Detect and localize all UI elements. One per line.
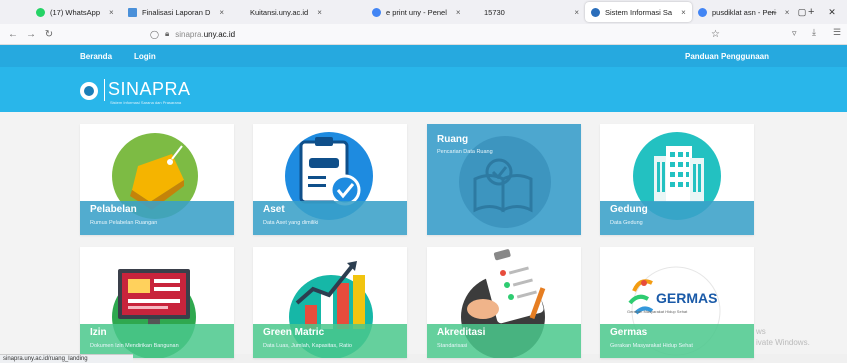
- download-icon[interactable]: ⤓: [812, 27, 816, 38]
- globe-icon: [591, 7, 600, 17]
- card-gedung[interactable]: Gedung Data Gedung: [600, 124, 754, 235]
- activate-windows-watermark: ws ivate Windows.: [756, 326, 846, 348]
- germas-logo-text: GERMAS: [656, 290, 717, 306]
- whatsapp-icon: [36, 7, 45, 17]
- watermark-line-2: ivate Windows.: [756, 338, 810, 347]
- minimize-button[interactable]: —: [757, 7, 787, 17]
- tab-eprint[interactable]: e print uny - Penel ×: [366, 2, 478, 22]
- site-logo-subtitle: Sistem Informasi Sarana dan Prasarana: [110, 100, 182, 105]
- card-title: Aset: [263, 204, 285, 215]
- card-title: Green Matric: [263, 327, 325, 338]
- nav-login[interactable]: Login: [134, 52, 156, 61]
- reload-icon[interactable]: ↻: [40, 29, 58, 40]
- close-icon[interactable]: ×: [456, 8, 461, 17]
- card-pelabelan[interactable]: Pelabelan Rumus Pelabelan Ruangan: [80, 124, 234, 235]
- tab-label: Sistem Informasi Sa: [605, 7, 673, 17]
- pocket-icon[interactable]: ▿: [792, 28, 797, 39]
- tab-label: (17) WhatsApp: [50, 7, 101, 17]
- close-icon[interactable]: ×: [219, 8, 224, 17]
- url-text: sinapra.uny.ac.id: [175, 29, 236, 39]
- menu-grid: Pelabelan Rumus Pelabelan Ruangan Aset D…: [0, 112, 847, 358]
- forward-arrow-icon[interactable]: →: [22, 29, 40, 40]
- menu-icon[interactable]: ☰: [833, 27, 841, 38]
- tab-kuitansi[interactable]: Kuitansi.uny.ac.id ×: [244, 2, 366, 22]
- tab-label: Finalisasi Laporan D: [142, 7, 211, 17]
- maximize-button[interactable]: ▢: [787, 7, 817, 18]
- card-ruang[interactable]: Ruang Pencarian Data Ruang: [427, 124, 581, 235]
- watermark-line-1: ws: [756, 327, 766, 336]
- card-subtitle: Pencarian Data Ruang: [437, 149, 493, 155]
- site-header: SINAPRA Sistem Informasi Sarana dan Pras…: [0, 67, 847, 112]
- card-subtitle: Dokumen Izin Mendirikan Bangunan: [90, 343, 179, 349]
- card-subtitle: Data Luas, Jumlah, Kapasitas, Ratio: [263, 343, 352, 349]
- google-icon: [372, 7, 381, 17]
- tab-label: e print uny - Penel: [386, 7, 447, 17]
- browser-nav-bar: ← → ↻ ◯ 🔒︎ sinapra.uny.ac.id ☆ ▿ ⤓ ☰: [0, 24, 847, 45]
- close-icon[interactable]: ×: [109, 8, 114, 17]
- tab-label: Kuitansi.uny.ac.id: [250, 7, 309, 17]
- card-subtitle: Data Gedung: [610, 220, 643, 226]
- germas-logo-tagline: Gerakan Masyarakat Hidup Sehat: [627, 309, 688, 314]
- address-bar[interactable]: ◯ 🔒︎ sinapra.uny.ac.id ☆: [150, 26, 720, 42]
- card-title: Gedung: [610, 204, 648, 215]
- card-title: Izin: [90, 327, 107, 338]
- site-logo-title[interactable]: SINAPRA: [108, 79, 191, 100]
- card-green-matric[interactable]: Green Matric Data Luas, Jumlah, Kapasita…: [253, 247, 407, 358]
- close-window-button[interactable]: ✕: [817, 7, 847, 18]
- tab-sistem-informasi[interactable]: Sistem Informasi Sa ×: [585, 2, 692, 22]
- card-title: Pelabelan: [90, 204, 137, 215]
- card-subtitle: Data Aset yang dimiliki: [263, 220, 319, 226]
- card-title: Akreditasi: [437, 327, 486, 338]
- google-icon: [698, 7, 707, 17]
- card-akreditasi[interactable]: Akreditasi Standarisasi: [427, 247, 581, 358]
- card-subtitle: Rumus Pelabelan Ruangan: [90, 220, 158, 226]
- tab-whatsapp[interactable]: (17) WhatsApp ×: [30, 2, 122, 22]
- site-nav: Beranda Login Panduan Penggunaan: [0, 45, 847, 67]
- window-controls: — ▢ ✕: [757, 0, 847, 24]
- card-aset[interactable]: Aset Data Aset yang dimiliki: [253, 124, 407, 235]
- logo-divider: [104, 79, 105, 101]
- card-subtitle: Standarisasi: [437, 343, 468, 349]
- close-icon[interactable]: ×: [574, 8, 579, 17]
- back-arrow-icon[interactable]: ←: [4, 29, 22, 40]
- close-icon[interactable]: ×: [317, 8, 322, 17]
- tab-finalisasi[interactable]: Finalisasi Laporan D ×: [122, 2, 244, 22]
- card-title: Ruang: [437, 134, 469, 145]
- nav-panduan[interactable]: Panduan Penggunaan: [685, 52, 769, 61]
- uny-logo-inner: [84, 86, 94, 96]
- nav-beranda[interactable]: Beranda: [80, 52, 112, 61]
- lock-icon: 🔒︎: [164, 29, 170, 38]
- bookmark-star-icon[interactable]: ☆: [711, 29, 720, 40]
- tab-15730[interactable]: 15730 ×: [478, 2, 585, 22]
- close-icon[interactable]: ×: [681, 8, 686, 17]
- shield-icon: ◯: [150, 29, 159, 39]
- card-izin[interactable]: Izin Dokumen Izin Mendirikan Bangunan: [80, 247, 234, 358]
- card-subtitle: Gerakan Masyarakat Hidup Sehat: [610, 343, 693, 349]
- browser-tab-bar: (17) WhatsApp × Finalisasi Laporan D × K…: [0, 0, 847, 24]
- document-icon: [128, 7, 137, 17]
- card-germas[interactable]: GERMAS Gerakan Masyarakat Hidup Sehat Ge…: [600, 247, 754, 358]
- card-title: Germas: [610, 327, 648, 338]
- tab-label: 15730: [484, 7, 505, 17]
